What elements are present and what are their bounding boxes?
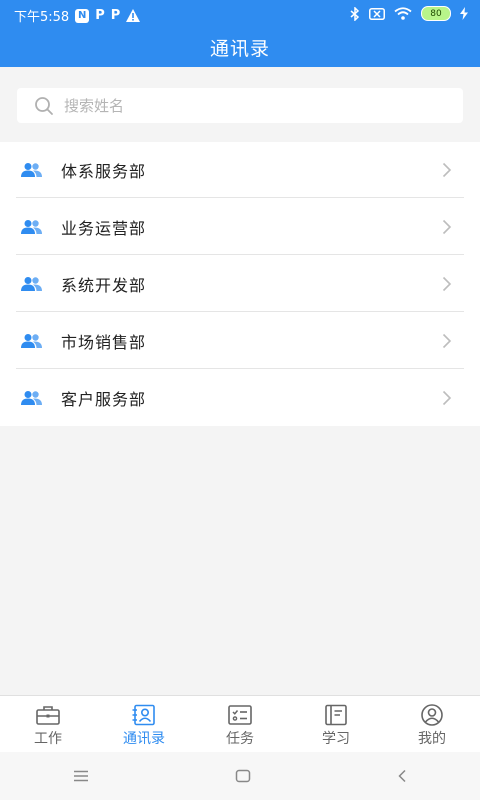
search-bar[interactable] xyxy=(17,88,463,123)
tab-mine[interactable]: 我的 xyxy=(384,696,480,752)
wifi-icon xyxy=(394,7,412,20)
p-notification-icon-2: P xyxy=(110,8,121,23)
divider xyxy=(16,311,464,312)
tab-contacts[interactable]: 通讯录 xyxy=(96,696,192,752)
contacts-icon xyxy=(132,704,155,726)
tab-label: 任务 xyxy=(226,731,254,747)
chevron-right-icon xyxy=(442,219,452,235)
charging-icon xyxy=(460,7,468,20)
divider xyxy=(16,197,464,198)
department-name: 系统开发部 xyxy=(61,276,147,295)
system-nav-bar xyxy=(0,752,480,800)
battery-indicator: 80 xyxy=(421,6,451,21)
group-icon xyxy=(21,161,43,179)
chevron-right-icon xyxy=(442,162,452,178)
tab-label: 工作 xyxy=(34,731,62,747)
group-icon xyxy=(21,389,43,407)
department-list: 体系服务部 业务运营部 系统开发部 市场销售部 客户服务部 xyxy=(0,142,480,426)
status-time: 下午5:58 xyxy=(14,10,70,25)
group-icon xyxy=(21,332,43,350)
tab-label: 通讯录 xyxy=(123,731,165,747)
chevron-right-icon xyxy=(442,390,452,406)
chevron-right-icon xyxy=(442,333,452,349)
department-name: 业务运营部 xyxy=(61,219,147,238)
chevron-right-icon xyxy=(442,276,452,292)
tab-label: 我的 xyxy=(418,731,446,747)
bluetooth-icon xyxy=(350,6,360,21)
book-icon xyxy=(325,704,347,726)
department-item-1[interactable]: 体系服务部 xyxy=(0,142,480,198)
department-item-4[interactable]: 市场销售部 xyxy=(0,313,480,369)
briefcase-icon xyxy=(36,706,60,725)
group-icon xyxy=(21,275,43,293)
tab-study[interactable]: 学习 xyxy=(288,696,384,752)
divider xyxy=(16,368,464,369)
status-bar: 下午5:58 N P P 80 xyxy=(0,0,480,28)
tab-tasks[interactable]: 任务 xyxy=(192,696,288,752)
task-list-icon xyxy=(228,705,252,725)
sim-x-icon xyxy=(369,7,385,20)
department-item-3[interactable]: 系统开发部 xyxy=(0,256,480,312)
p-notification-icon: P xyxy=(95,8,105,23)
home-icon[interactable] xyxy=(235,769,251,783)
tab-label: 学习 xyxy=(322,731,350,747)
search-input[interactable] xyxy=(62,95,426,116)
department-name: 市场销售部 xyxy=(61,333,147,352)
department-name: 客户服务部 xyxy=(61,390,147,409)
page-title: 通讯录 xyxy=(209,38,270,60)
back-icon[interactable] xyxy=(397,769,407,783)
warning-icon xyxy=(126,9,141,22)
group-icon xyxy=(21,218,43,236)
search-icon xyxy=(35,96,53,115)
n-notification-icon: N xyxy=(75,8,90,23)
app-header: 下午5:58 N P P 80 通讯录 xyxy=(0,0,480,67)
user-icon xyxy=(421,704,443,726)
divider xyxy=(16,254,464,255)
department-item-2[interactable]: 业务运营部 xyxy=(0,199,480,255)
department-name: 体系服务部 xyxy=(61,162,147,181)
tab-work[interactable]: 工作 xyxy=(0,696,96,752)
menu-icon[interactable] xyxy=(73,770,89,782)
department-item-5[interactable]: 客户服务部 xyxy=(0,370,480,426)
bottom-tab-bar: 工作 通讯录 任务 学习 我的 xyxy=(0,695,480,752)
